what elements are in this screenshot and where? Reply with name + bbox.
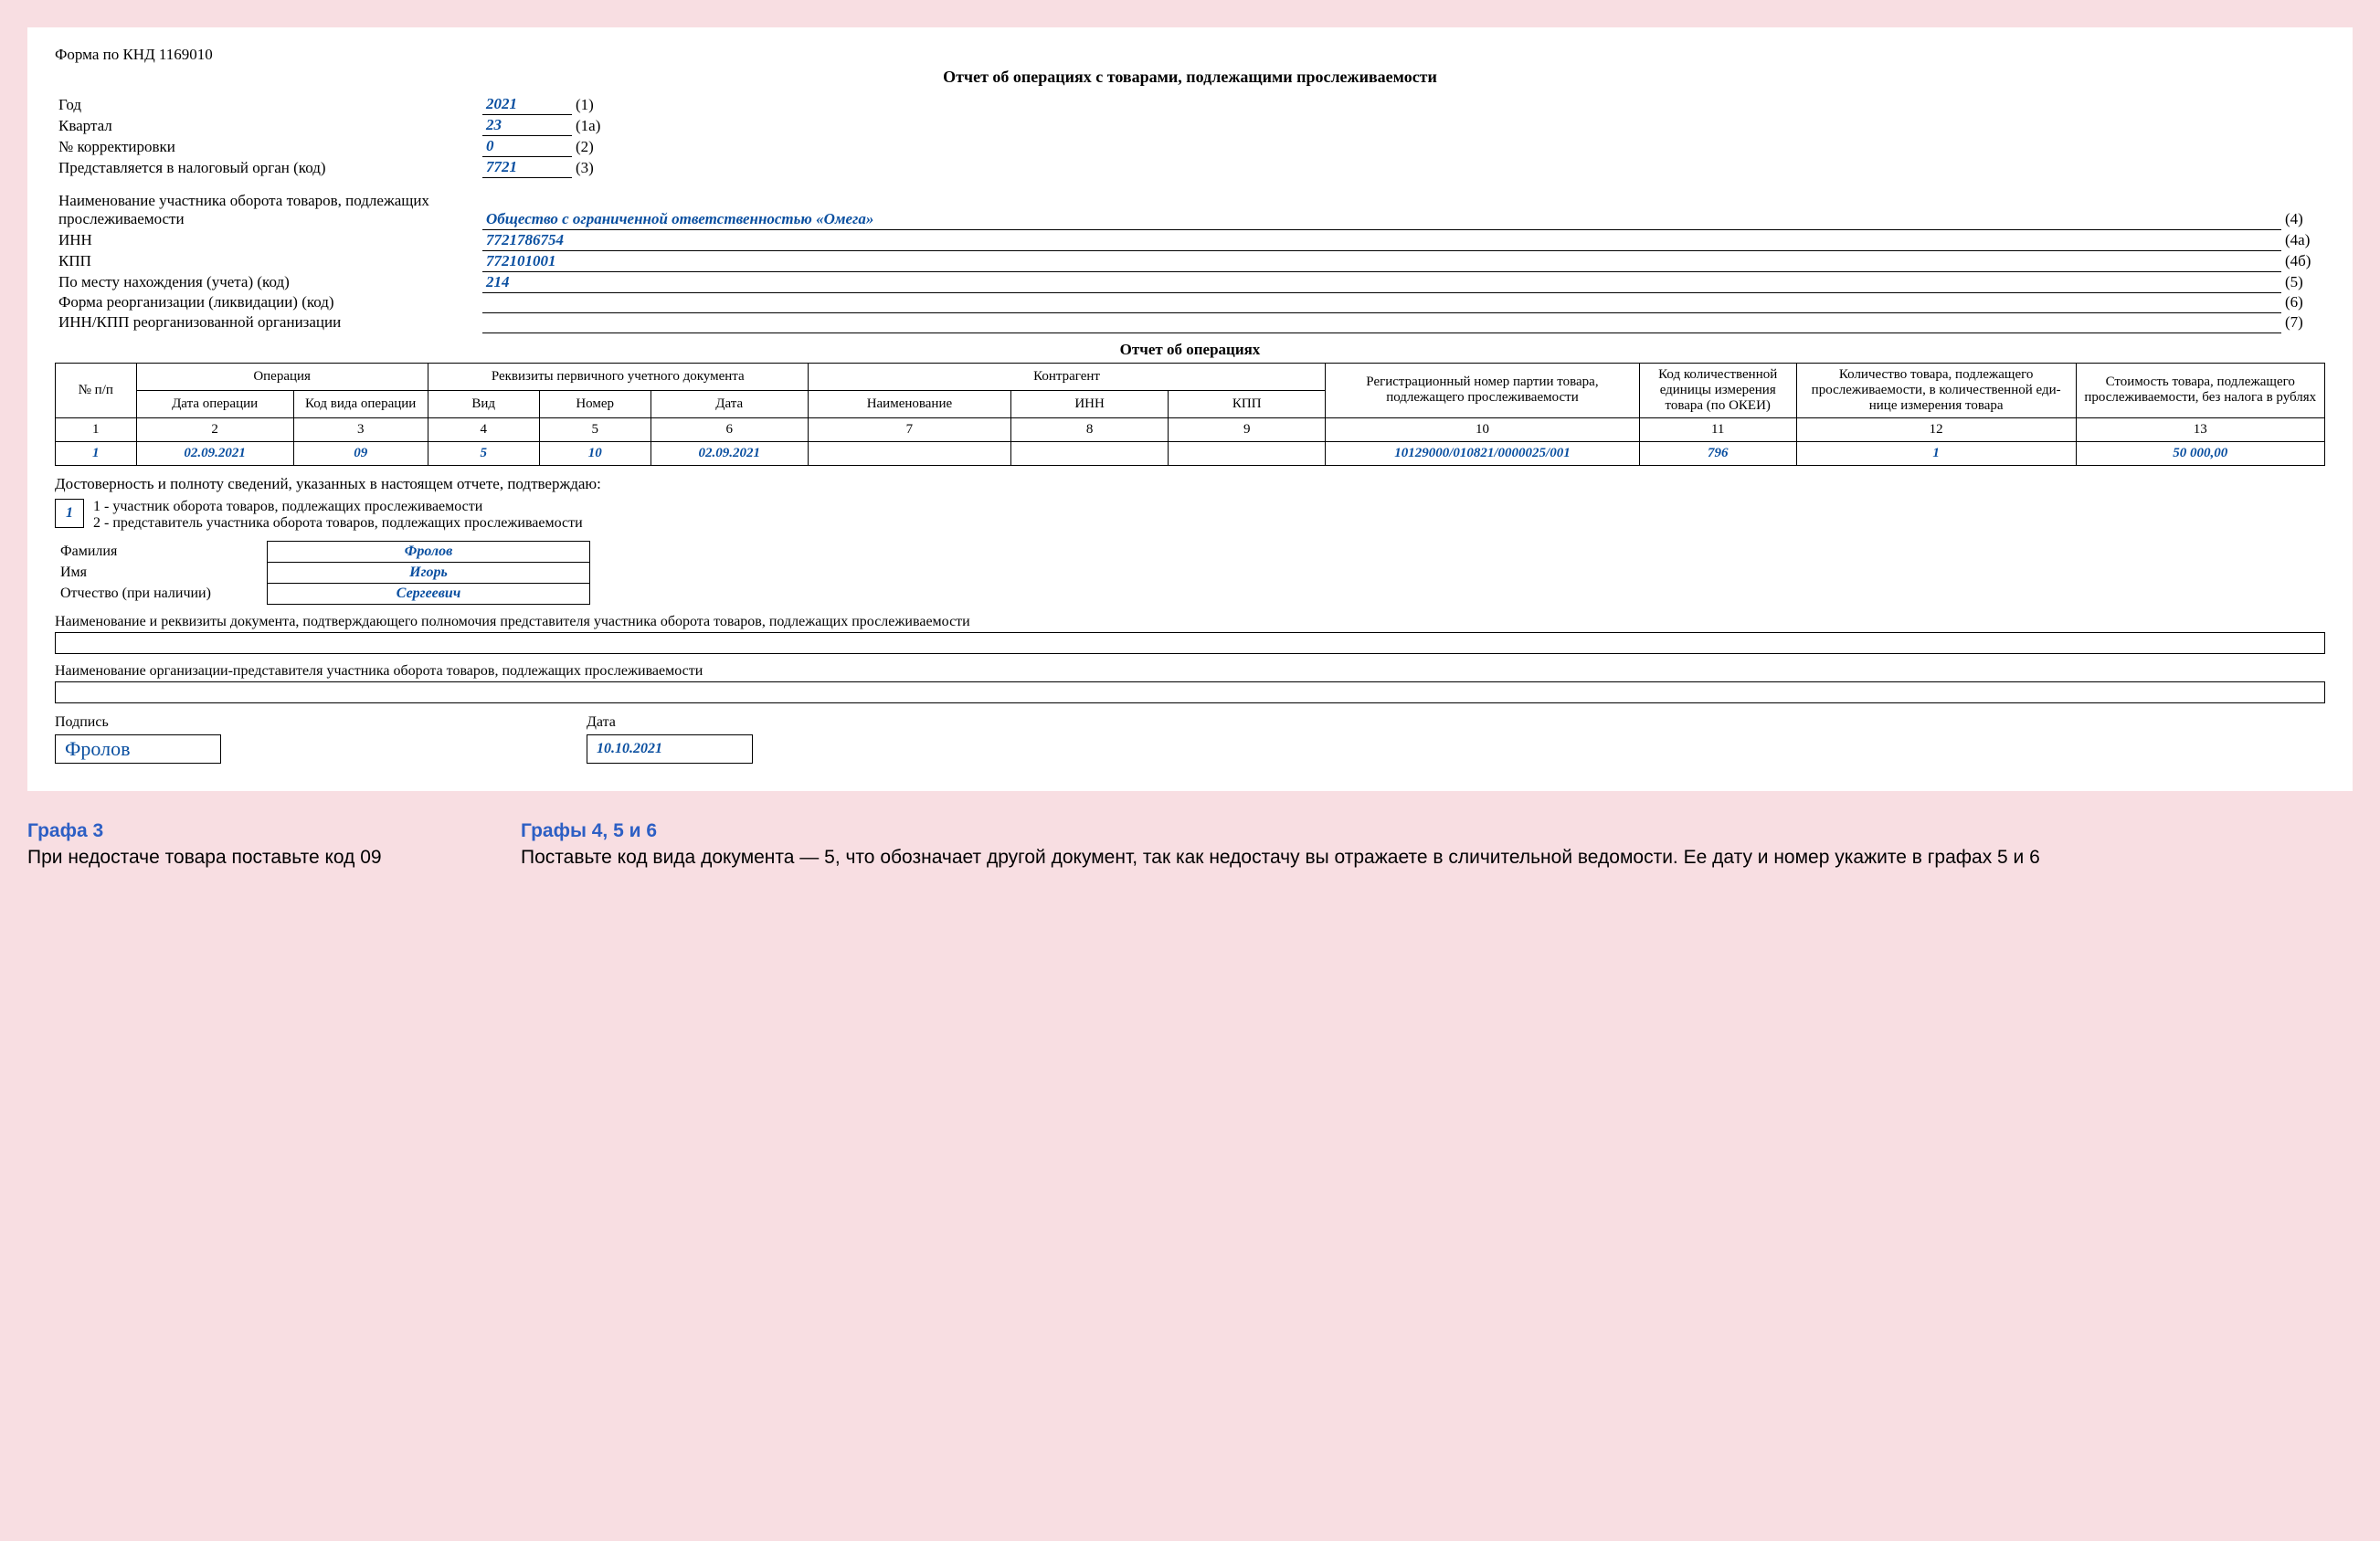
reorg-value [482,292,2281,312]
date-label: Дата [587,714,753,731]
tax-value: 7721 [482,157,572,178]
signature-box: Фролов [55,734,221,764]
auth-doc-box [55,632,2325,654]
patr-value: Сергеевич [268,583,590,604]
org-rep-box [55,681,2325,703]
name-value: Игорь [268,562,590,583]
header-block-1: Год 2021 (1) Квартал 23 (1а) № корректир… [55,94,2325,178]
loc-num: (5) [2281,271,2325,292]
note-1-text: При недостаче товара поставьте код 09 [27,845,466,870]
inn-value: 7721786754 [482,229,2281,250]
note-2-text: Поставьте код вида документа — 5, что об… [521,845,2353,870]
participant-label: Наименование участника оборота товаров, … [55,191,482,229]
cell-3: 09 [293,441,428,465]
date-box: 10.10.2021 [587,734,753,764]
ops-subtitle: Отчет об операциях [55,341,2325,359]
col-counter: Контрагент [808,363,1325,390]
surname-label: Фамилия [55,541,268,562]
col-operation: Операция [136,363,428,390]
year-num: (1) [572,94,616,115]
kpp-value: 772101001 [482,250,2281,271]
cell-8 [1011,441,1169,465]
tax-num: (3) [572,157,616,178]
participant-num: (4) [2281,191,2325,229]
col-reg: Регистрационный номер партии товара, под… [1326,363,1639,417]
col-c-inn: ИНН [1011,390,1169,417]
corr-label: № корректировки [55,136,482,157]
cell-13: 50 000,00 [2076,441,2324,465]
cell-4: 5 [428,441,539,465]
corr-value: 0 [482,136,572,157]
col-op-code: Код вида операции [293,390,428,417]
col-op-date: Дата операции [136,390,293,417]
cell-11: 796 [1639,441,1796,465]
cell-7 [808,441,1010,465]
role-1: 1 - участник оборота товаров, подлежащих… [93,499,583,515]
cell-5: 10 [539,441,651,465]
inn-num: (4а) [2281,229,2325,250]
col-c-name: Наименование [808,390,1010,417]
org-rep-label: Наименование организации-представителя у… [55,663,2325,680]
loc-label: По месту нахождения (учета) (код) [55,271,482,292]
reorg-inn-num: (7) [2281,312,2325,332]
patr-label: Отчество (при наличии) [55,583,268,604]
kpp-num: (4б) [2281,250,2325,271]
quarter-label: Квартал [55,115,482,136]
note-col-3: Графа 3 При недостаче товара поставьте к… [27,818,466,871]
col-p-vid: Вид [428,390,539,417]
report-title: Отчет об операциях с товарами, подлежащи… [55,68,2325,87]
column-number-row: 1 2 3 4 5 6 7 8 9 10 11 12 13 [56,417,2325,441]
cell-12: 1 [1796,441,2076,465]
data-row: 1 02.09.2021 09 5 10 02.09.2021 10129000… [56,441,2325,465]
corr-num: (2) [572,136,616,157]
quarter-value: 23 [482,115,572,136]
cell-6: 02.09.2021 [651,441,808,465]
header-block-2: Наименование участника оборота товаров, … [55,191,2325,333]
name-table: Фамилия Фролов Имя Игорь Отчество (при н… [55,541,590,605]
year-label: Год [55,94,482,115]
role-row: 1 1 - участник оборота товаров, подлежащ… [55,499,2325,532]
col-c-kpp: КПП [1169,390,1326,417]
col-cost: Стоимость товара, подлежащего прослежива… [2076,363,2324,417]
signature-value: Фролов [65,737,130,761]
surname-value: Фролов [268,541,590,562]
role-value: 1 [55,499,84,528]
note-col-456: Графы 4, 5 и 6 Поставьте код вида докуме… [521,818,2353,871]
footnotes: Графа 3 При недостаче товара поставьте к… [27,818,2353,871]
confirm-text: Достоверность и полноту сведений, указан… [55,475,2325,493]
document-sheet: Форма по КНД 1169010 Отчет об операциях … [27,27,2353,791]
cell-1: 1 [56,441,137,465]
cell-10: 10129000/010821/0000025/001 [1326,441,1639,465]
col-npp: № п/п [56,363,137,417]
signature-label: Подпись [55,714,221,731]
form-code: Форма по КНД 1169010 [55,46,2325,64]
date-value: 10.10.2021 [597,741,662,757]
note-1-heading: Графа 3 [27,818,466,843]
reorg-inn-value [482,312,2281,332]
reorg-num: (6) [2281,292,2325,312]
col-qty: Количество товара, подлежащего прослежив… [1796,363,2076,417]
participant-value: Общество с ограниченной ответственностью… [482,191,2281,229]
reorg-label: Форма реорганизации (ликвидации) (код) [55,292,482,312]
year-value: 2021 [482,94,572,115]
col-p-date: Дата [651,390,808,417]
note-2-heading: Графы 4, 5 и 6 [521,818,2353,843]
col-primary: Реквизиты первичного учетного документа [428,363,808,390]
tax-label: Представляется в налоговый орган (код) [55,157,482,178]
col-p-num: Номер [539,390,651,417]
col-unit: Код коли­чественной единицы измерения то… [1639,363,1796,417]
cell-2: 02.09.2021 [136,441,293,465]
operations-table: № п/п Операция Реквизиты первичного учет… [55,363,2325,466]
loc-value: 214 [482,271,2281,292]
reorg-inn-label: ИНН/КПП реорганизованной организации [55,312,482,332]
cell-9 [1169,441,1326,465]
role-2: 2 - представитель участника оборота това… [93,515,583,532]
quarter-num: (1а) [572,115,616,136]
auth-doc-label: Наименование и реквизиты документа, подт… [55,614,2325,630]
name-label: Имя [55,562,268,583]
inn-label: ИНН [55,229,482,250]
kpp-label: КПП [55,250,482,271]
